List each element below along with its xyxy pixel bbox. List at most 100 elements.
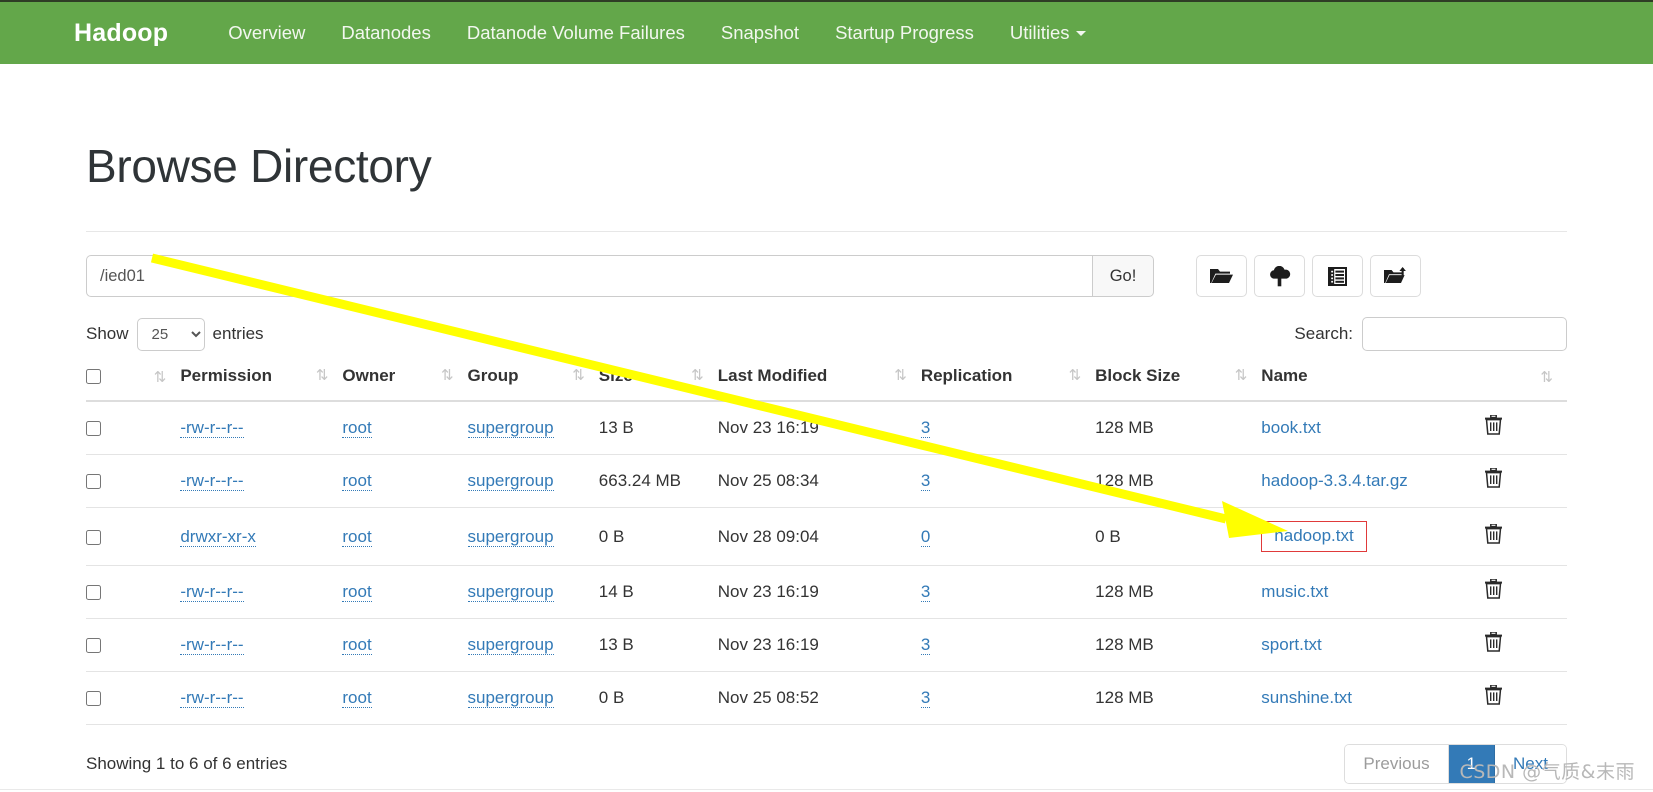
path-action-buttons bbox=[1196, 255, 1421, 297]
permission-link[interactable]: -rw-r--r-- bbox=[180, 471, 244, 491]
nav-item-datanodes[interactable]: Datanodes bbox=[323, 22, 448, 44]
new-folder-icon bbox=[1383, 266, 1408, 287]
nav-item-overview[interactable]: Overview bbox=[210, 22, 323, 44]
entries-info: Showing 1 to 6 of 6 entries bbox=[86, 754, 288, 773]
go-button[interactable]: Go! bbox=[1092, 255, 1154, 297]
column-header-size[interactable]: Size ⇅ bbox=[598, 366, 718, 402]
pagination-previous-button[interactable]: Previous bbox=[1345, 745, 1449, 783]
permission-link[interactable]: -rw-r--r-- bbox=[180, 635, 244, 655]
owner-link[interactable]: root bbox=[342, 582, 372, 602]
table-body: -rw-r--r-- root supergroup 13 B Nov 23 16:19… bbox=[86, 401, 1567, 725]
row-select-cell bbox=[86, 454, 134, 508]
block-size-value: 0 B bbox=[1095, 526, 1121, 546]
replication-link[interactable]: 3 bbox=[920, 635, 931, 655]
replication-link[interactable]: 3 bbox=[920, 688, 931, 708]
block-size-cell: 128 MB bbox=[1095, 454, 1262, 508]
replication-link[interactable]: 3 bbox=[920, 471, 931, 491]
size-value: 13 B bbox=[598, 635, 634, 654]
last-modified-value: Nov 25 08:52 bbox=[717, 688, 819, 707]
search-input[interactable] bbox=[1362, 317, 1567, 351]
name-cell: book.txt bbox=[1261, 401, 1485, 455]
table-row: -rw-r--r-- root supergroup 0 B Nov 25 08:52 3… bbox=[86, 671, 1567, 725]
permission-link[interactable]: drwxr-xr-x bbox=[180, 526, 256, 547]
file-name-link[interactable]: hadoop-3.3.4.tar.gz bbox=[1261, 471, 1408, 490]
column-header-permission[interactable]: Permission ⇅ bbox=[180, 366, 343, 402]
size-value: 14 B bbox=[598, 582, 634, 601]
trash-icon[interactable] bbox=[1484, 467, 1502, 494]
row-spacer-cell bbox=[133, 671, 181, 725]
owner-link[interactable]: root bbox=[342, 688, 372, 708]
replication-link[interactable]: 0 bbox=[920, 526, 931, 547]
row-checkbox[interactable] bbox=[86, 474, 101, 490]
group-link[interactable]: supergroup bbox=[467, 418, 554, 438]
name-cell: hadoop-3.3.4.tar.gz bbox=[1261, 454, 1485, 508]
sort-icon-owner: ⇅ bbox=[440, 367, 454, 384]
trash-icon[interactable] bbox=[1484, 414, 1502, 441]
row-checkbox[interactable] bbox=[86, 585, 101, 601]
file-name-link[interactable]: music.txt bbox=[1261, 582, 1328, 601]
permission-cell: -rw-r--r-- bbox=[180, 671, 343, 725]
row-checkbox[interactable] bbox=[86, 691, 101, 707]
file-name-link[interactable]: hadoop.txt bbox=[1261, 521, 1367, 552]
page-length-select[interactable]: 102550100 bbox=[136, 317, 205, 351]
sort-toggle-header[interactable]: ⇅ bbox=[133, 366, 181, 402]
page-title: Browse Directory bbox=[86, 140, 432, 192]
file-name-link[interactable]: book.txt bbox=[1261, 418, 1321, 437]
row-checkbox[interactable] bbox=[86, 421, 101, 437]
column-header-block-size[interactable]: Block Size ⇅ bbox=[1095, 366, 1262, 402]
permission-link[interactable]: -rw-r--r-- bbox=[180, 418, 244, 438]
new-folder-icon-button[interactable] bbox=[1370, 255, 1421, 297]
list-snapshot-icon-button[interactable] bbox=[1312, 255, 1363, 297]
column-header-trash[interactable]: ⇅ bbox=[1484, 366, 1567, 402]
permission-link[interactable]: -rw-r--r-- bbox=[180, 582, 244, 602]
trash-icon[interactable] bbox=[1484, 578, 1502, 605]
replication-cell: 3 bbox=[920, 565, 1096, 619]
replication-link[interactable]: 3 bbox=[920, 582, 931, 602]
group-link[interactable]: supergroup bbox=[467, 471, 554, 491]
trash-icon[interactable] bbox=[1484, 684, 1502, 711]
open-folder-icon bbox=[1209, 266, 1234, 286]
owner-link[interactable]: root bbox=[342, 635, 372, 655]
nav-item-utilities[interactable]: Utilities bbox=[992, 22, 1104, 44]
file-name-link[interactable]: sunshine.txt bbox=[1261, 688, 1352, 707]
name-cell: sport.txt bbox=[1261, 618, 1485, 672]
nav-item-snapshot[interactable]: Snapshot bbox=[703, 22, 817, 44]
last-modified-cell: Nov 23 16:19 bbox=[717, 401, 921, 455]
block-size-cell: 128 MB bbox=[1095, 618, 1262, 672]
path-input[interactable] bbox=[86, 255, 1092, 297]
sort-icon-name: ⇅ bbox=[1540, 369, 1553, 386]
column-label-last-modified: Last Modified bbox=[717, 366, 828, 385]
column-header-name[interactable]: Name bbox=[1261, 366, 1485, 402]
owner-link[interactable]: root bbox=[342, 471, 372, 491]
row-checkbox[interactable] bbox=[86, 529, 101, 545]
column-header-owner[interactable]: Owner ⇅ bbox=[342, 366, 468, 402]
open-folder-icon-button[interactable] bbox=[1196, 255, 1247, 297]
group-link[interactable]: supergroup bbox=[467, 526, 554, 547]
size-cell: 663.24 MB bbox=[598, 454, 718, 508]
nav-item-startup-progress[interactable]: Startup Progress bbox=[817, 22, 992, 44]
replication-link[interactable]: 3 bbox=[920, 418, 931, 438]
column-label-permission: Permission bbox=[180, 366, 272, 385]
trash-icon[interactable] bbox=[1484, 631, 1502, 658]
group-cell: supergroup bbox=[467, 507, 599, 566]
select-all-checkbox[interactable] bbox=[86, 369, 101, 385]
nav-item-datanode-volume-failures[interactable]: Datanode Volume Failures bbox=[449, 22, 703, 44]
row-select-cell bbox=[86, 507, 134, 566]
group-link[interactable]: supergroup bbox=[467, 688, 554, 708]
cloud-upload-icon-button[interactable] bbox=[1254, 255, 1305, 297]
owner-link[interactable]: root bbox=[342, 418, 372, 438]
column-header-last-modified[interactable]: Last Modified ⇅ bbox=[717, 366, 921, 402]
row-spacer-cell bbox=[133, 618, 181, 672]
owner-link[interactable]: root bbox=[342, 526, 372, 547]
permission-link[interactable]: -rw-r--r-- bbox=[180, 688, 244, 708]
column-header-replication[interactable]: Replication ⇅ bbox=[920, 366, 1096, 402]
row-checkbox[interactable] bbox=[86, 638, 101, 654]
show-label: Show bbox=[86, 324, 129, 343]
column-header-group[interactable]: Group ⇅ bbox=[467, 366, 599, 402]
group-link[interactable]: supergroup bbox=[467, 582, 554, 602]
permission-cell: -rw-r--r-- bbox=[180, 618, 343, 672]
group-link[interactable]: supergroup bbox=[467, 635, 554, 655]
file-name-link[interactable]: sport.txt bbox=[1261, 635, 1321, 654]
trash-icon[interactable] bbox=[1484, 522, 1502, 550]
hadoop-brand-link[interactable]: Hadoop bbox=[74, 19, 168, 48]
